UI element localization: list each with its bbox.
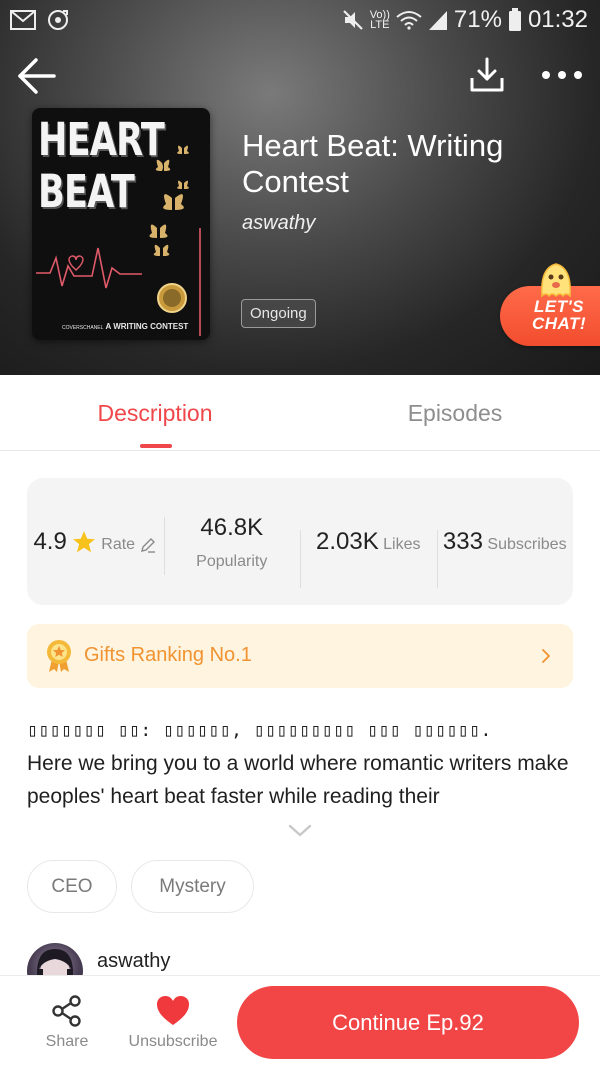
description-line1: ▯▯▯▯▯▯▯ ▯▯: ▯▯▯▯▯▯, ▯▯▯▯▯▯▯▯▯ ▯▯▯ ▯▯▯▯▯▯… bbox=[27, 720, 492, 741]
tag-mystery[interactable]: Mystery bbox=[131, 860, 254, 913]
subscribes-label: Subscribes bbox=[487, 536, 567, 553]
author-name[interactable]: aswathy bbox=[97, 950, 170, 973]
cover-subtitle-prefix: COVERSCHANEL bbox=[62, 325, 104, 331]
book-author[interactable]: aswathy bbox=[242, 212, 315, 235]
butterflies-decoration bbox=[36, 145, 201, 336]
rate-value: 4.9 bbox=[33, 528, 67, 555]
share-label: Share bbox=[45, 1033, 89, 1050]
book-cover[interactable]: HEART BEAT COVERSCHANEL A WRITING CONTES… bbox=[32, 108, 210, 340]
likes-value: 2.03K bbox=[315, 528, 379, 555]
star-icon bbox=[72, 531, 95, 553]
book-title: Heart Beat: Writing Contest bbox=[242, 128, 504, 199]
status-badge: Ongoing bbox=[241, 299, 316, 328]
bottom-action-bar: Share Unsubscribe Continue Ep.92 bbox=[0, 975, 600, 1067]
sync-icon bbox=[48, 10, 68, 30]
stat-likes: 2.03K Likes bbox=[300, 526, 437, 588]
chevron-down-icon[interactable] bbox=[286, 822, 314, 840]
share-button[interactable]: Share bbox=[32, 976, 102, 1067]
wifi-icon bbox=[396, 11, 422, 30]
rate-label: Rate bbox=[101, 536, 136, 553]
download-icon[interactable] bbox=[468, 56, 506, 94]
medal-icon bbox=[47, 640, 71, 672]
signal-icon bbox=[428, 11, 447, 30]
stat-popularity: 46.8K Popularity bbox=[163, 513, 301, 575]
top-actions bbox=[0, 52, 600, 100]
cover-subtitle: COVERSCHANEL A WRITING CONTEST bbox=[62, 322, 188, 331]
active-tab-indicator bbox=[140, 444, 172, 448]
stat-subscribes: 333 Subscribes bbox=[436, 526, 574, 588]
tab-bar: Description Episodes bbox=[0, 375, 600, 451]
tab-description[interactable]: Description bbox=[5, 375, 305, 451]
share-icon bbox=[52, 995, 81, 1027]
stats-card: 4.9 Rate 46.8K Popularity 2.03K Likes 33… bbox=[27, 478, 573, 605]
chat-label: LET'S CHAT! bbox=[531, 297, 587, 333]
description-text: ▯▯▯▯▯▯▯ ▯▯: ▯▯▯▯▯▯, ▯▯▯▯▯▯▯▯▯ ▯▯▯ ▯▯▯▯▯▯… bbox=[27, 714, 577, 813]
battery-percent: 71% bbox=[453, 6, 502, 33]
continue-reading-button[interactable]: Continue Ep.92 bbox=[237, 986, 579, 1059]
status-bar: Vo)) LTE 71% 01:32 bbox=[0, 0, 600, 42]
clock: 01:32 bbox=[527, 6, 588, 33]
more-dots-icon[interactable] bbox=[538, 62, 586, 88]
popularity-label: Popularity bbox=[196, 552, 268, 570]
mail-icon bbox=[10, 10, 36, 30]
gifts-label: Gifts Ranking No.1 bbox=[84, 644, 252, 666]
pencil-icon bbox=[141, 538, 156, 553]
lets-chat-button[interactable]: LET'S CHAT! bbox=[500, 260, 600, 348]
unsubscribe-label: Unsubscribe bbox=[128, 1033, 218, 1050]
tag-ceo[interactable]: CEO bbox=[27, 860, 117, 913]
popularity-value: 46.8K bbox=[200, 513, 264, 541]
stat-rate[interactable]: 4.9 Rate bbox=[27, 526, 164, 557]
unsubscribe-button[interactable]: Unsubscribe bbox=[122, 976, 224, 1067]
volte-line2: LTE bbox=[370, 19, 390, 31]
tab-episodes[interactable]: Episodes bbox=[305, 375, 600, 451]
heart-icon bbox=[157, 996, 189, 1025]
volte-icon: Vo)) LTE bbox=[370, 10, 390, 31]
cover-subtitle-main: A WRITING CONTEST bbox=[105, 322, 189, 331]
description-body: Here we bring you to a world where roman… bbox=[27, 752, 569, 808]
arrow-left-icon[interactable] bbox=[16, 56, 58, 96]
chevron-right-icon bbox=[542, 649, 550, 663]
gifts-ranking-banner[interactable]: Gifts Ranking No.1 bbox=[27, 624, 573, 688]
book-header: Vo)) LTE 71% 01:32 HEART BEAT COVERSCHAN… bbox=[0, 0, 600, 375]
likes-label: Likes bbox=[383, 536, 421, 553]
battery-icon bbox=[508, 8, 521, 31]
ghost-icon bbox=[541, 263, 571, 298]
subscribes-value: 333 bbox=[442, 528, 483, 555]
mute-icon bbox=[342, 10, 363, 30]
